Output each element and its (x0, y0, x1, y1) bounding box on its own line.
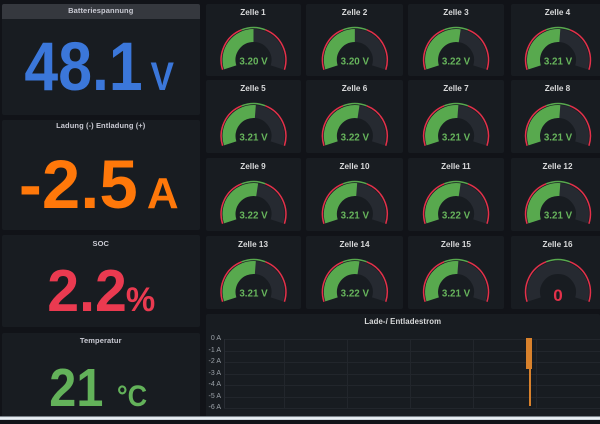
svg-text:3.21 V: 3.21 V (340, 210, 369, 221)
svg-text:3.20 V: 3.20 V (239, 56, 268, 67)
svg-text:3.21 V: 3.21 V (442, 132, 471, 143)
svg-text:3.20 V: 3.20 V (340, 56, 369, 67)
svg-text:3.22 V: 3.22 V (239, 210, 268, 221)
svg-text:3.22 V: 3.22 V (442, 56, 471, 67)
svg-text:3.22 V: 3.22 V (442, 210, 471, 221)
svg-text:3.21 V: 3.21 V (239, 132, 268, 143)
svg-text:3.21 V: 3.21 V (543, 56, 572, 67)
svg-text:3.22 V: 3.22 V (340, 132, 369, 143)
svg-text:3.21 V: 3.21 V (543, 132, 572, 143)
svg-text:3.21 V: 3.21 V (239, 288, 268, 299)
svg-text:0: 0 (553, 286, 562, 305)
svg-text:3.21 V: 3.21 V (543, 210, 572, 221)
svg-text:3.22 V: 3.22 V (340, 288, 369, 299)
svg-text:3.21 V: 3.21 V (442, 288, 471, 299)
